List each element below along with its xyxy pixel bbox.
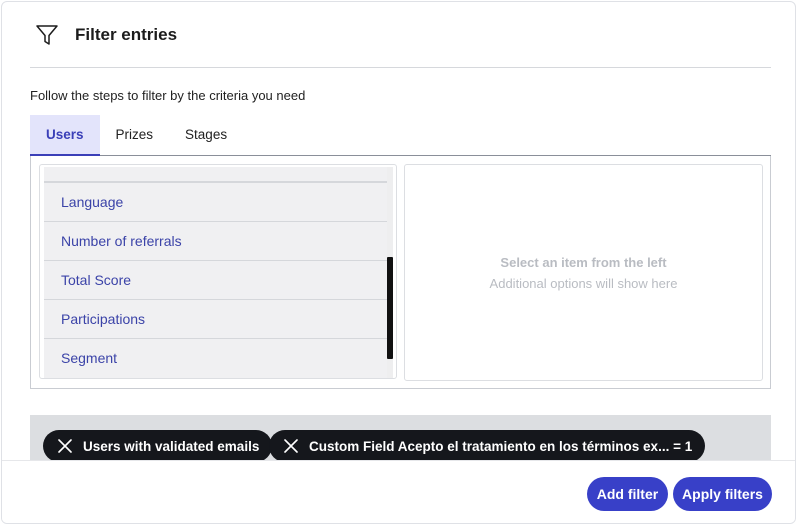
active-filters-bar: Users with validated emails Custom Field… [30,415,771,461]
dialog-header: Filter entries [30,2,771,68]
apply-filters-button[interactable]: Apply filters [673,477,772,511]
filter-dialog: Filter entries Follow the steps to filte… [1,1,796,524]
filter-chip-label: Custom Field Acepto el tratamiento en lo… [309,438,693,454]
filter-chip-label: Users with validated emails [83,438,260,454]
list-item-total-score[interactable]: Total Score [44,260,390,299]
list-item-partial[interactable] [44,167,390,182]
add-filter-button[interactable]: Add filter [587,477,668,511]
filter-icon [33,21,61,49]
close-icon[interactable] [281,436,301,456]
list-item-number-of-referrals[interactable]: Number of referrals [44,221,390,260]
list-item-participations[interactable]: Participations [44,299,390,338]
list-scrollbar[interactable] [387,167,393,378]
criteria-list-box: Language Number of referrals Total Score… [39,164,397,379]
criteria-list: Language Number of referrals Total Score… [44,167,390,378]
filter-chip: Custom Field Acepto el tratamiento en lo… [269,430,706,461]
filter-panel: Language Number of referrals Total Score… [30,156,771,389]
tab-stages[interactable]: Stages [169,115,243,155]
tab-prizes[interactable]: Prizes [100,115,170,155]
detail-placeholder-title: Select an item from the left [500,254,667,270]
dialog-footer: Add filter Apply filters [2,460,795,523]
detail-placeholder-subtitle: Additional options will show here [489,275,678,291]
list-item-language[interactable]: Language [44,182,390,221]
options-detail-box: Select an item from the left Additional … [404,164,763,381]
list-item-segment[interactable]: Segment [44,338,390,377]
close-icon[interactable] [55,436,75,456]
dialog-title: Filter entries [75,24,178,44]
scrollbar-thumb[interactable] [387,257,393,359]
filter-chip: Users with validated emails [43,430,273,461]
dialog-subtitle: Follow the steps to filter by the criter… [30,88,306,103]
tab-users[interactable]: Users [30,115,100,156]
filter-tabs: Users Prizes Stages [30,115,771,156]
